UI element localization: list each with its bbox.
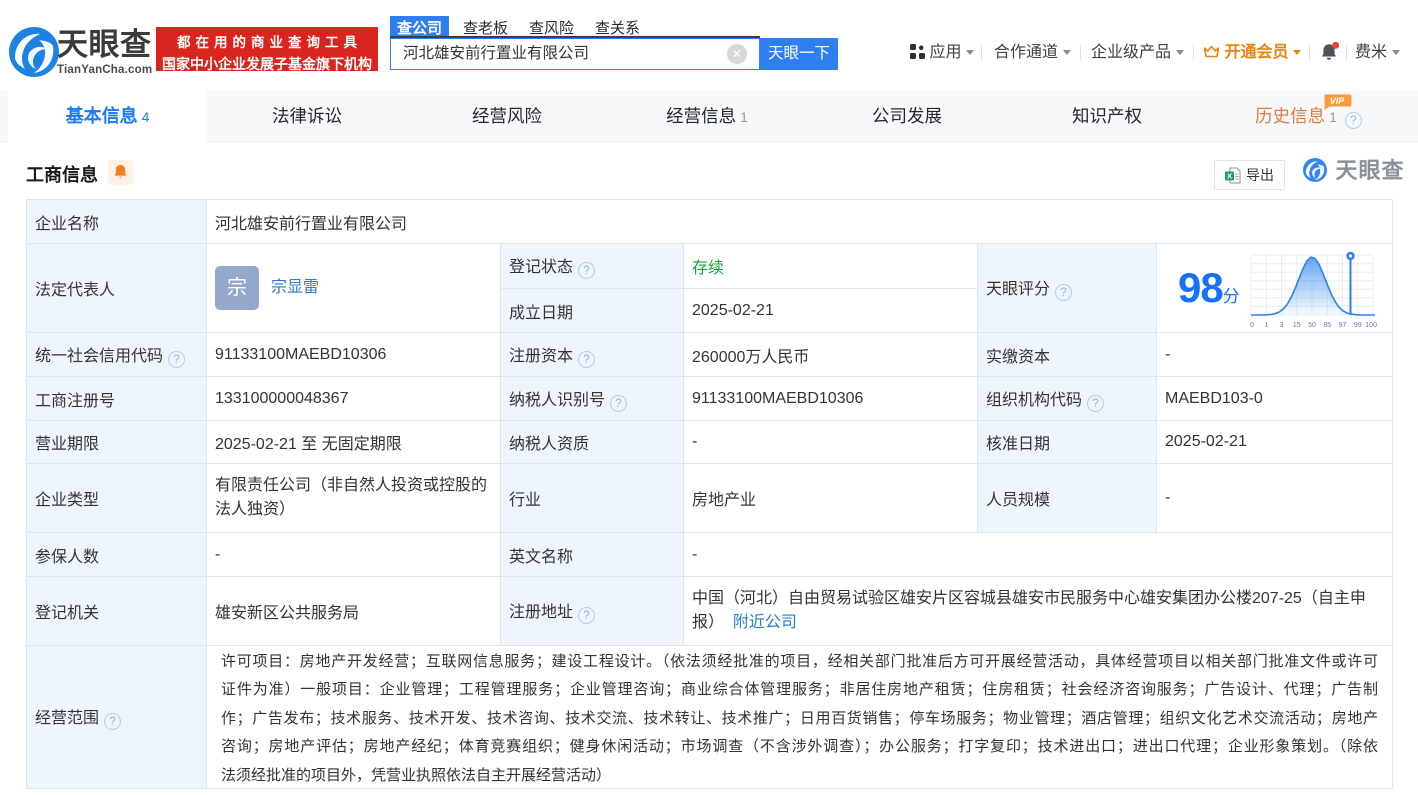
- svg-text:15: 15: [1293, 322, 1301, 329]
- svg-text:1: 1: [1264, 322, 1268, 329]
- svg-text:97: 97: [1338, 322, 1346, 329]
- svg-text:99: 99: [1354, 322, 1362, 329]
- svg-text:100: 100: [1365, 322, 1377, 329]
- svg-text:50: 50: [1308, 322, 1316, 329]
- svg-text:VIP: VIP: [1330, 96, 1346, 106]
- svg-text:0: 0: [1250, 322, 1254, 329]
- svg-text:3: 3: [1279, 322, 1283, 329]
- svg-text:85: 85: [1323, 322, 1331, 329]
- svg-text:X: X: [1227, 172, 1232, 181]
